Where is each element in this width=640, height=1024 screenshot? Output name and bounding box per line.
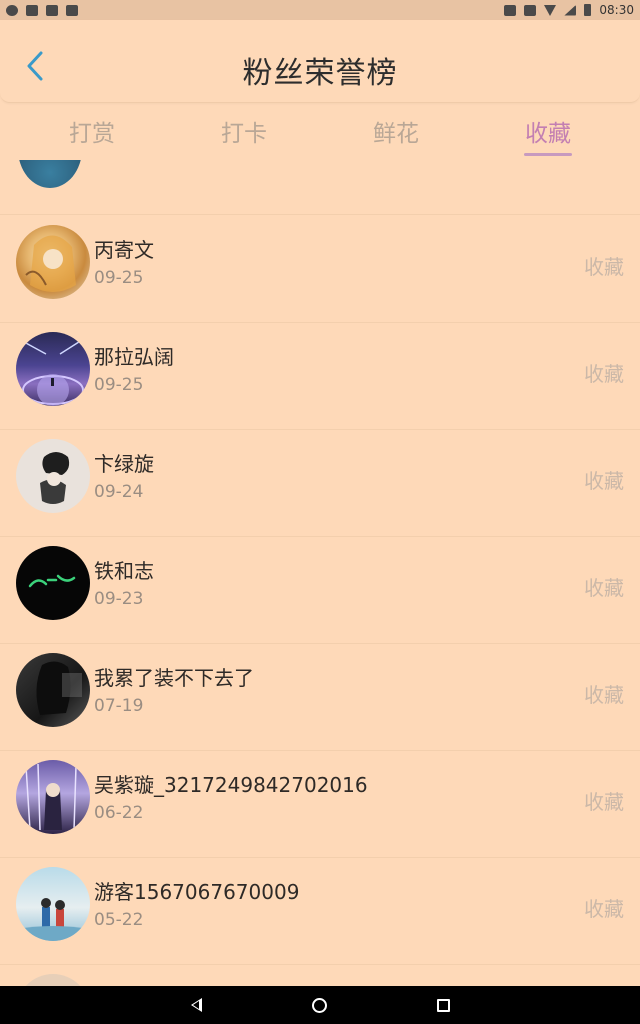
header: 粉丝荣誉榜: [0, 20, 640, 103]
status-bar: 08:30: [0, 0, 640, 20]
avatar[interactable]: [16, 760, 90, 834]
date: 09-24: [94, 482, 144, 502]
avatar[interactable]: [16, 653, 90, 727]
favorite-action[interactable]: 收藏: [584, 893, 624, 922]
list-item[interactable]: 丙寄文 09-25 收藏: [0, 216, 640, 323]
nav-back-icon[interactable]: [190, 998, 202, 1012]
list-item[interactable]: 那拉弘阔 09-25 收藏: [0, 323, 640, 430]
tab-favorites[interactable]: 收藏: [472, 104, 624, 160]
tab-checkin[interactable]: 打卡: [168, 104, 320, 160]
list-item[interactable]: 卞绿旋 09-24 收藏: [0, 430, 640, 537]
list-item[interactable]: 铁和志 09-23 收藏: [0, 537, 640, 644]
list-item[interactable]: 我累了装不下去了 07-19 收藏: [0, 644, 640, 751]
favorite-action[interactable]: 收藏: [584, 679, 624, 708]
status-left: [6, 4, 78, 16]
app-icon: [46, 4, 58, 16]
nickname: 铁和志: [94, 559, 154, 583]
avatar: [16, 974, 90, 986]
status-time: 08:30: [599, 3, 634, 17]
status-right: 08:30: [504, 3, 634, 17]
wifi-icon: [544, 4, 557, 16]
vibrate-icon: [524, 4, 537, 16]
favorite-action[interactable]: 收藏: [584, 358, 624, 387]
avatar[interactable]: [16, 225, 90, 299]
date: 09-25: [94, 268, 144, 288]
cast-icon: [504, 4, 517, 16]
system-nav-bar: [0, 986, 640, 1024]
photo-icon: [26, 4, 38, 16]
list-item[interactable]: 吴紫璇_3217249842702016 06-22 收藏: [0, 751, 640, 858]
favorite-action[interactable]: 收藏: [584, 465, 624, 494]
favorite-action[interactable]: 收藏: [584, 572, 624, 601]
list-item-partial[interactable]: [0, 160, 640, 215]
nav-recent-icon[interactable]: [436, 998, 450, 1012]
notification-icon: [6, 4, 18, 16]
date: 07-19: [94, 696, 144, 716]
tab-bar: 打赏 打卡 鲜花 收藏: [0, 104, 640, 160]
image-icon: [66, 4, 78, 16]
favorite-action[interactable]: 收藏: [584, 786, 624, 815]
tab-reward[interactable]: 打赏: [16, 104, 168, 160]
date: 09-23: [94, 589, 144, 609]
date: 09-25: [94, 375, 144, 395]
nickname: 卞绿旋: [94, 452, 154, 476]
list-item[interactable]: 游客1567067670009 05-22 收藏: [0, 858, 640, 965]
avatar[interactable]: [16, 867, 90, 941]
signal-icon: [564, 4, 577, 16]
nickname: 丙寄文: [94, 238, 154, 262]
date: 05-22: [94, 910, 144, 930]
battery-icon: [584, 4, 592, 16]
avatar[interactable]: [16, 546, 90, 620]
avatar[interactable]: [16, 332, 90, 406]
nav-home-icon[interactable]: [311, 997, 327, 1013]
fan-list[interactable]: 丙寄文 09-25 收藏 那拉弘阔 09-25 收藏 卞绿旋 09-24 收藏 …: [0, 160, 640, 986]
nickname: 我累了装不下去了: [94, 666, 254, 690]
date: 06-22: [94, 803, 144, 823]
avatar: [18, 160, 82, 188]
nickname: 那拉弘阔: [94, 345, 174, 369]
nickname: 吴紫璇_3217249842702016: [94, 773, 368, 797]
avatar[interactable]: [16, 439, 90, 513]
favorite-action[interactable]: 收藏: [584, 251, 624, 280]
page-title: 粉丝荣誉榜: [242, 56, 398, 91]
nickname: 游客1567067670009: [94, 880, 300, 904]
tab-flowers[interactable]: 鲜花: [320, 104, 472, 160]
